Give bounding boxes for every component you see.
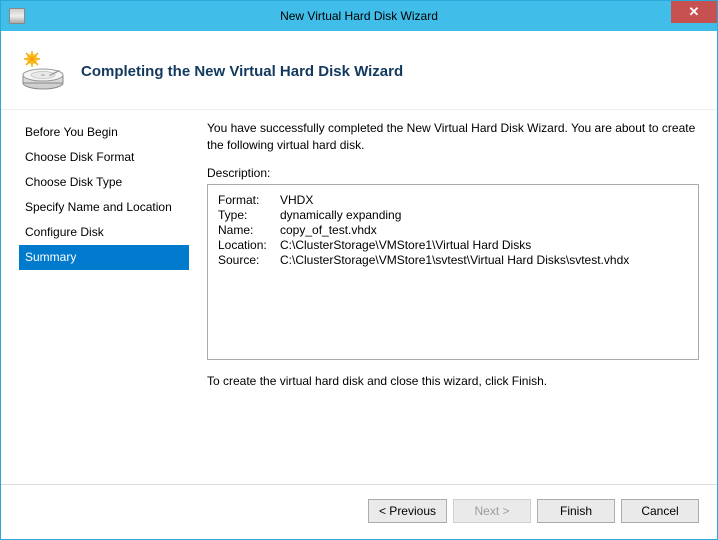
- description-value: dynamically expanding: [280, 208, 629, 223]
- description-value: C:\ClusterStorage\VMStore1\Virtual Hard …: [280, 238, 629, 253]
- content-area: Before You BeginChoose Disk FormatChoose…: [1, 110, 717, 484]
- description-key: Type:: [218, 208, 280, 223]
- finish-instruction-text: To create the virtual hard disk and clos…: [207, 374, 699, 388]
- main-panel: You have successfully completed the New …: [207, 120, 699, 484]
- sidebar-item-configure-disk[interactable]: Configure Disk: [19, 220, 189, 245]
- hard-disk-icon: [19, 47, 67, 95]
- page-title: Completing the New Virtual Hard Disk Wiz…: [81, 63, 403, 80]
- wizard-header: Completing the New Virtual Hard Disk Wiz…: [1, 31, 717, 109]
- wizard-steps-sidebar: Before You BeginChoose Disk FormatChoose…: [19, 120, 189, 484]
- titlebar: New Virtual Hard Disk Wizard ✕: [1, 1, 717, 31]
- description-row: Name:copy_of_test.vhdx: [218, 223, 629, 238]
- description-key: Format:: [218, 193, 280, 208]
- sidebar-item-summary[interactable]: Summary: [19, 245, 189, 270]
- cancel-button[interactable]: Cancel: [621, 499, 699, 523]
- wizard-window: New Virtual Hard Disk Wizard ✕: [0, 0, 718, 540]
- description-table: Format:VHDXType:dynamically expandingNam…: [218, 193, 629, 268]
- sidebar-item-before-you-begin[interactable]: Before You Begin: [19, 120, 189, 145]
- sidebar-item-choose-disk-type[interactable]: Choose Disk Type: [19, 170, 189, 195]
- description-row: Source:C:\ClusterStorage\VMStore1\svtest…: [218, 253, 629, 268]
- description-row: Type:dynamically expanding: [218, 208, 629, 223]
- description-value: VHDX: [280, 193, 629, 208]
- description-key: Name:: [218, 223, 280, 238]
- description-key: Source:: [218, 253, 280, 268]
- window-title: New Virtual Hard Disk Wizard: [1, 9, 717, 23]
- description-label: Description:: [207, 166, 699, 180]
- close-icon: ✕: [689, 4, 700, 20]
- description-value: C:\ClusterStorage\VMStore1\svtest\Virtua…: [280, 253, 629, 268]
- sidebar-item-choose-disk-format[interactable]: Choose Disk Format: [19, 145, 189, 170]
- description-value: copy_of_test.vhdx: [280, 223, 629, 238]
- description-row: Format:VHDX: [218, 193, 629, 208]
- wizard-footer: < Previous Next > Finish Cancel: [1, 484, 717, 539]
- description-box: Format:VHDXType:dynamically expandingNam…: [207, 184, 699, 360]
- previous-button[interactable]: < Previous: [368, 499, 447, 523]
- sidebar-item-specify-name-and-location[interactable]: Specify Name and Location: [19, 195, 189, 220]
- finish-button[interactable]: Finish: [537, 499, 615, 523]
- description-key: Location:: [218, 238, 280, 253]
- description-row: Location:C:\ClusterStorage\VMStore1\Virt…: [218, 238, 629, 253]
- next-button[interactable]: Next >: [453, 499, 531, 523]
- close-button[interactable]: ✕: [671, 1, 717, 23]
- intro-text: You have successfully completed the New …: [207, 120, 699, 154]
